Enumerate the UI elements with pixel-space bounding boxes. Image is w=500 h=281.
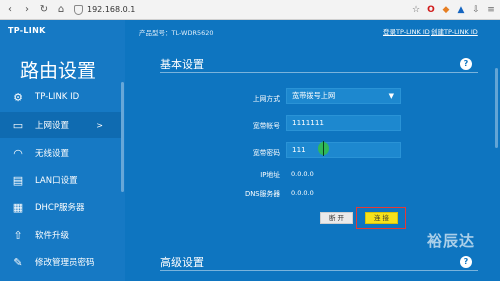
sidebar-item-wireless[interactable]: ◠ 无线设置	[0, 140, 121, 166]
main-panel: 产品型号：TL-WDR5620 登录TP-LINK ID 创建TP-LINK I…	[125, 20, 500, 281]
laptop-icon: ▭	[12, 118, 24, 132]
pencil-icon: ✎	[13, 255, 23, 269]
create-tplink-id-link[interactable]: 创建TP-LINK ID	[431, 26, 478, 36]
sidebar-item-admin-password[interactable]: ✎ 修改管理员密码	[0, 249, 121, 275]
tplink-logo: TP-LINK	[8, 26, 46, 35]
chevron-right-icon: >	[96, 120, 103, 130]
help-icon[interactable]: ?	[460, 256, 472, 268]
main-scrollbar[interactable]	[495, 68, 498, 148]
connection-mode-value: 宽带拨号上网	[292, 91, 336, 100]
browser-toolbar: ‹ › ↻ ⌂ 192.168.0.1 ☆ O ◆ ▲ ⇩ ≡	[0, 0, 500, 20]
security-icon	[74, 4, 83, 15]
account-label: 宽带帐号	[252, 122, 280, 130]
url-text[interactable]: 192.168.0.1	[87, 5, 135, 14]
section-divider	[160, 72, 478, 73]
mode-label: 上网方式	[252, 95, 280, 103]
home-icon[interactable]: ⌂	[54, 3, 68, 17]
sidebar-item-label: 修改管理员密码	[35, 258, 95, 268]
login-tplink-id-link[interactable]: 登录TP-LINK ID	[383, 26, 430, 36]
sidebar-item-internet[interactable]: ▭ 上网设置 >	[0, 112, 121, 138]
back-icon[interactable]: ‹	[3, 3, 17, 17]
sidebar-item-tplink-id[interactable]: ⚙ TP-LINK ID	[0, 84, 121, 110]
forward-icon[interactable]: ›	[20, 3, 34, 17]
disconnect-button[interactable]: 断 开	[320, 212, 353, 224]
ip-label: IP地址	[260, 171, 280, 179]
dns-label: DNS服务器	[244, 190, 280, 198]
ip-value: 0.0.0.0	[291, 170, 314, 178]
upload-icon: ⇧	[13, 228, 23, 242]
connection-mode-select[interactable]: 宽带拨号上网 ▼	[286, 88, 401, 104]
account-input[interactable]: 1111111	[286, 115, 401, 131]
extension-icon[interactable]: ◆	[439, 3, 453, 17]
watermark: 裕辰达	[427, 232, 476, 250]
menu-icon[interactable]: ≡	[484, 3, 498, 17]
dns-value: 0.0.0.0	[291, 189, 314, 197]
basic-settings-title: 基本设置	[160, 58, 204, 71]
sidebar-scrollbar[interactable]	[121, 82, 124, 192]
download-icon[interactable]: ⇩	[469, 3, 483, 17]
dhcp-icon: ▦	[12, 200, 24, 214]
opera-icon[interactable]: O	[424, 3, 438, 17]
sidebar-item-label: TP-LINK ID	[35, 92, 80, 102]
star-icon[interactable]: ☆	[409, 3, 423, 17]
refresh-icon[interactable]: ↻	[37, 3, 51, 17]
product-model: 产品型号：TL-WDR5620	[139, 29, 214, 37]
sidebar: TP-LINK 路由设置 ⚙ TP-LINK ID ▭ 上网设置 > ◠ 无线设…	[0, 20, 125, 281]
text-cursor	[323, 141, 324, 156]
help-icon[interactable]: ?	[460, 58, 472, 70]
advanced-settings-title: 高级设置	[160, 256, 204, 269]
browser-extensions: ☆ O ◆ ▲ ⇩ ≡	[408, 3, 498, 17]
top-bar: 产品型号：TL-WDR5620 登录TP-LINK ID 创建TP-LINK I…	[125, 20, 500, 42]
shield-ext-icon[interactable]: ▲	[454, 3, 468, 17]
sidebar-item-label: DHCP服务器	[35, 203, 85, 213]
sidebar-item-lan[interactable]: ▤ LAN口设置	[0, 167, 121, 193]
sidebar-item-label: 软件升级	[35, 231, 70, 241]
chevron-down-icon: ▼	[388, 92, 394, 100]
sidebar-item-upgrade[interactable]: ⇧ 软件升级	[0, 222, 121, 248]
password-label: 宽带密码	[252, 149, 280, 157]
sidebar-item-label: LAN口设置	[35, 176, 78, 186]
sidebar-item-label: 无线设置	[35, 149, 70, 159]
wifi-icon: ◠	[13, 146, 23, 160]
lan-icon: ▤	[12, 173, 24, 187]
connect-highlight	[356, 207, 406, 229]
address-bar[interactable]: 192.168.0.1	[74, 4, 135, 15]
sidebar-item-dhcp[interactable]: ▦ DHCP服务器	[0, 194, 121, 220]
password-input[interactable]: 111	[286, 142, 401, 158]
sidebar-item-label: 上网设置	[35, 121, 70, 131]
sidebar-title: 路由设置	[20, 60, 97, 82]
gear-icon: ⚙	[13, 90, 23, 104]
section-divider	[160, 270, 478, 271]
